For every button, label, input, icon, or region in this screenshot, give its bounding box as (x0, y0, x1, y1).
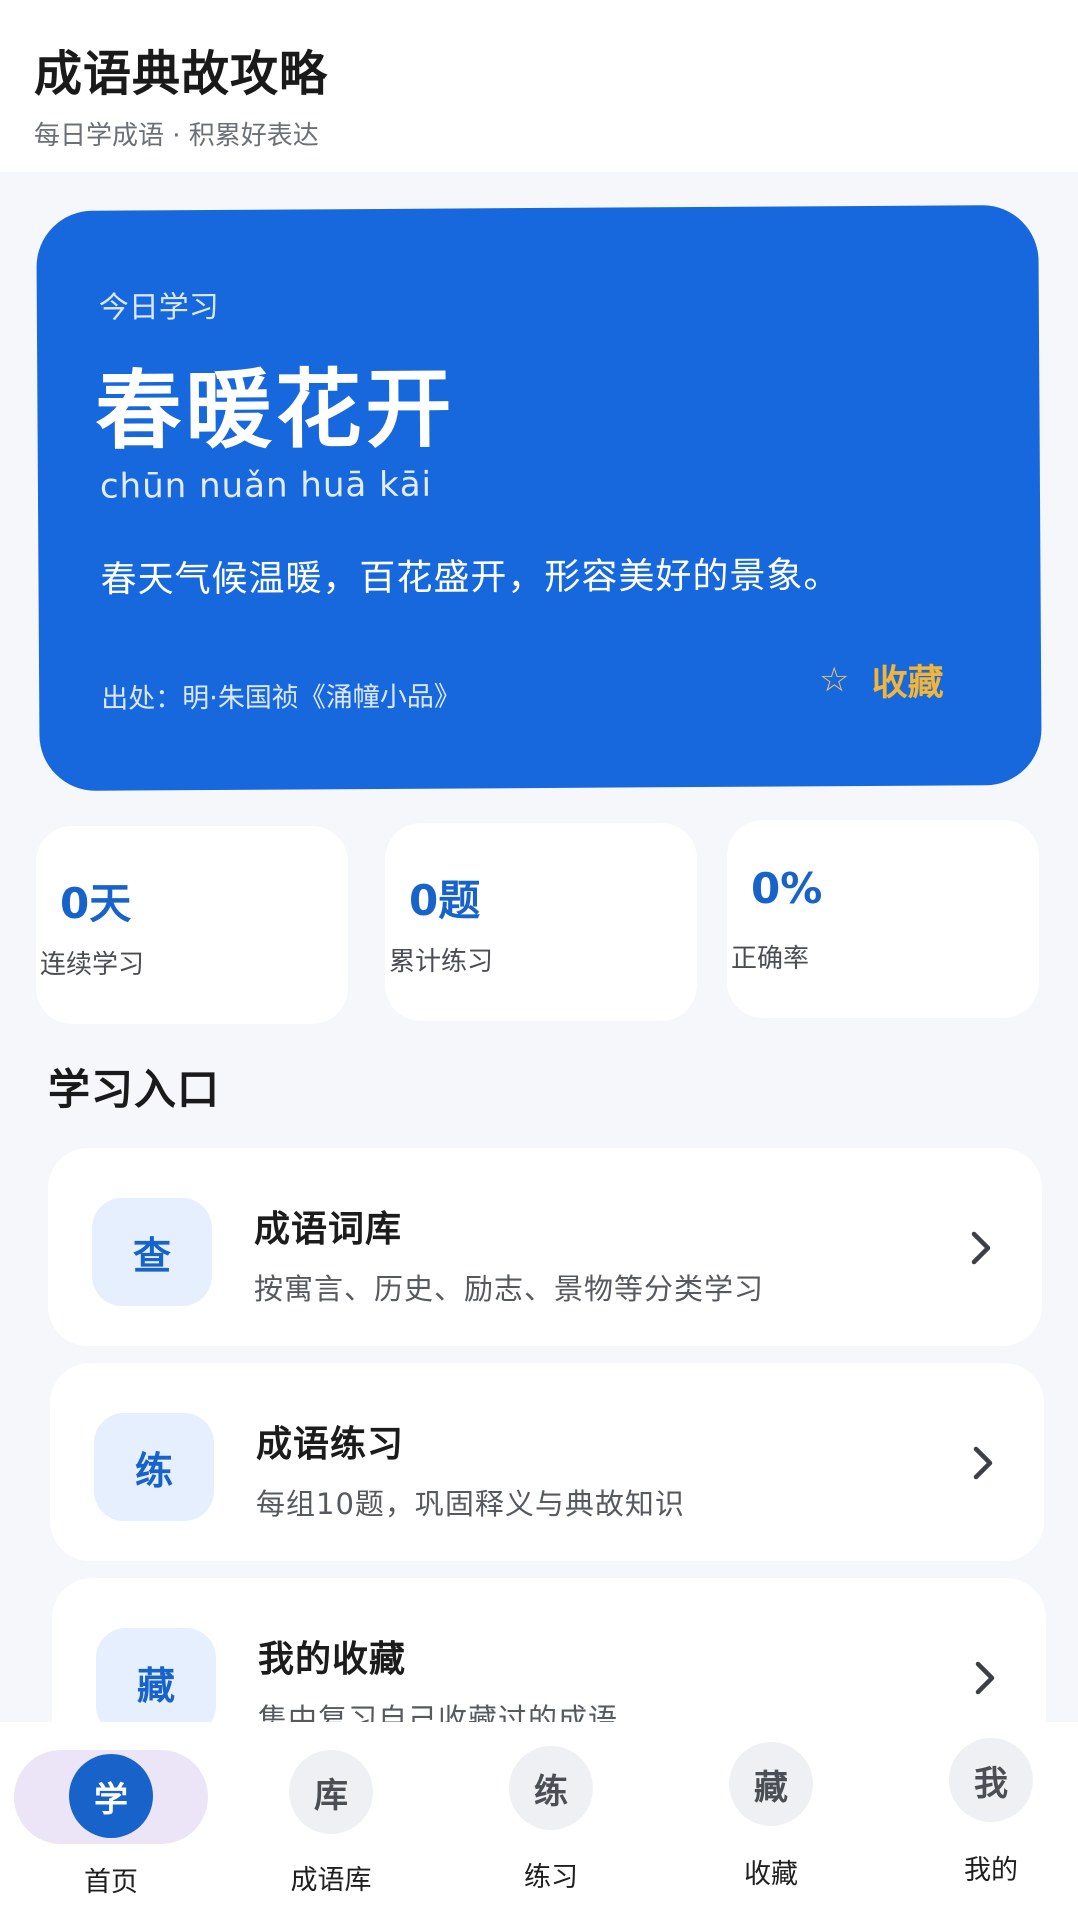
bottom-nav: 学 首页 库 成语库 练 练习 藏 收藏 我 我的 (0, 1722, 1078, 1917)
practice-char-icon: 练 (94, 1413, 214, 1521)
nav-label: 练习 (524, 1862, 578, 1893)
stat-label: 正确率 (731, 944, 810, 974)
entry-desc: 每组10题，巩固释义与典故知识 (256, 1487, 685, 1521)
today-label: 今日学习 (98, 289, 219, 326)
nav-item-practice[interactable]: 练 练习 (456, 1722, 646, 1917)
idiom-meaning: 春天气候温暖，百花盛开，形容美好的景象。 (100, 555, 841, 601)
header: 成语典故攻略 每日学成语 · 积累好表达 (0, 0, 1078, 172)
search-char-icon: 查 (92, 1198, 212, 1306)
stat-practice-count: 0题 累计练习 (385, 823, 697, 1021)
stat-value: 0天 (60, 879, 132, 928)
nav-label: 成语库 (290, 1865, 372, 1896)
entry-desc: 按寓言、历史、励志、景物等分类学习 (254, 1272, 765, 1306)
idiom-text: 春暖花开 (95, 359, 456, 462)
entry-title: 成语练习 (256, 1424, 405, 1465)
section-title: 学习入口 (48, 1065, 221, 1114)
chevron-right-icon (971, 1231, 991, 1265)
favorite-button[interactable]: ☆ 收藏 (819, 654, 944, 707)
favorite-char-icon: 藏 (729, 1742, 813, 1826)
favorite-char-icon: 藏 (96, 1628, 216, 1736)
favorite-label: 收藏 (871, 662, 944, 704)
entry-idiom-practice[interactable]: 练 成语练习 每组10题，巩固释义与典故知识 (50, 1363, 1044, 1561)
practice-char-icon: 练 (509, 1746, 593, 1830)
nav-label: 收藏 (744, 1859, 798, 1890)
entry-idiom-library[interactable]: 查 成语词库 按寓言、历史、励志、景物等分类学习 (48, 1148, 1042, 1346)
stat-accuracy: 0% 正确率 (727, 820, 1039, 1018)
stat-label: 累计练习 (389, 947, 494, 977)
entry-title: 成语词库 (254, 1209, 403, 1250)
nav-item-home[interactable]: 学 首页 (16, 1722, 206, 1917)
chevron-right-icon (975, 1661, 995, 1695)
idiom-pinyin: chūn nuǎn huā kāi (99, 464, 433, 507)
nav-item-profile[interactable]: 我 我的 (896, 1722, 1078, 1917)
nav-label: 我的 (964, 1855, 1018, 1886)
nav-item-library[interactable]: 库 成语库 (236, 1722, 426, 1917)
app-subtitle: 每日学成语 · 积累好表达 (34, 121, 319, 151)
stat-label: 连续学习 (40, 950, 145, 980)
stat-streak: 0天 连续学习 (36, 826, 348, 1024)
library-char-icon: 库 (289, 1750, 373, 1834)
nav-item-favorites[interactable]: 藏 收藏 (676, 1722, 866, 1917)
app-title: 成语典故攻略 (34, 46, 329, 102)
stat-value: 0% (751, 864, 823, 913)
home-char-icon: 学 (69, 1754, 153, 1838)
idiom-source: 出处：明·朱国祯《涌幢小品》 (101, 681, 461, 715)
stat-value: 0题 (409, 876, 481, 925)
chevron-right-icon (973, 1446, 993, 1480)
entry-title: 我的收藏 (258, 1639, 407, 1680)
home-screen: 成语典故攻略 每日学成语 · 积累好表达 今日学习 春暖花开 chūn nuǎn… (0, 0, 1078, 1917)
star-outline-icon: ☆ (818, 660, 850, 701)
today-idiom-card[interactable]: 今日学习 春暖花开 chūn nuǎn huā kāi 春天气候温暖，百花盛开，… (36, 204, 1042, 792)
profile-char-icon: 我 (949, 1738, 1033, 1822)
nav-label: 首页 (84, 1867, 138, 1898)
